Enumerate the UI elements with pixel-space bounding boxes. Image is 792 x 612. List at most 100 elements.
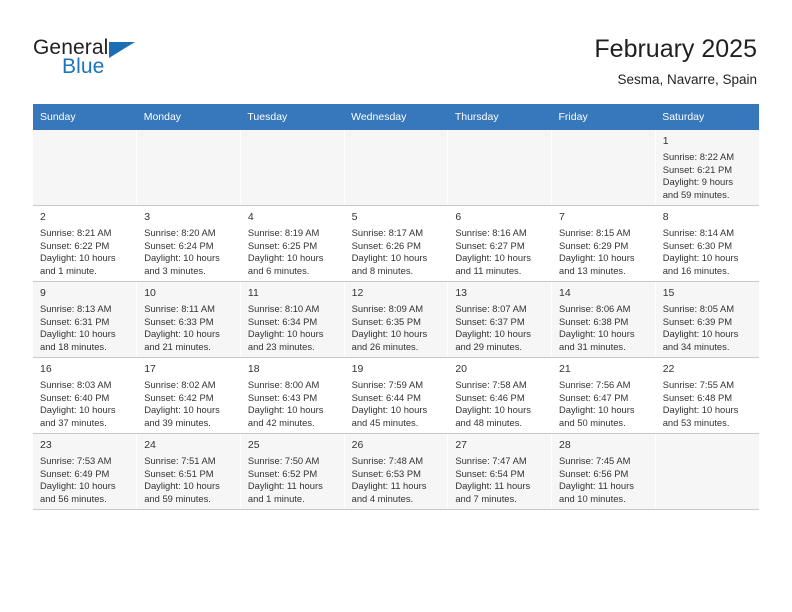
day-number [559, 135, 649, 148]
day-info-line: Daylight: 10 hours [455, 404, 531, 416]
day-cell-inner: 5 Sunrise: 8:17 AM Sunset: 6:26 PM Daylight… [345, 206, 448, 277]
day-cell-inner: 21 Sunrise: 7:56 AM Sunset: 6:47 PM Dayligh… [552, 358, 655, 429]
day-info-line: Sunrise: 8:00 AM [247, 379, 320, 390]
day-number: 1 [662, 135, 669, 147]
calendar-day-cell-empty [655, 433, 759, 510]
calendar-day-cell[interactable]: 5 Sunrise: 8:17 AM Sunset: 6:26 PM Daylight… [344, 205, 449, 282]
day-number [663, 439, 753, 452]
day-cell-inner [137, 130, 240, 205]
calendar-body: 1 Sunrise: 8:22 AM Sunset: 6:21 PM Daylight… [33, 130, 759, 510]
day-sun-info: Sunrise: 7:51 AM Sunset: 6:51 PM Daylight:… [144, 455, 234, 505]
day-info-line: Daylight: 10 hours [455, 252, 531, 264]
day-info-line: and 48 minutes. [455, 416, 523, 428]
day-info-line: and 4 minutes. [351, 492, 414, 504]
calendar-day-cell[interactable]: 10 Sunrise: 8:11 AM Sunset: 6:33 PM Dayligh… [136, 281, 241, 358]
day-info-line: and 23 minutes. [247, 340, 315, 352]
page-title: February 2025 [594, 35, 757, 63]
calendar-day-cell[interactable]: 28 Sunrise: 7:45 AM Sunset: 6:56 PM Dayligh… [551, 433, 656, 510]
day-info-line: Sunset: 6:52 PM [247, 467, 318, 479]
day-cell-inner: 11 Sunrise: 8:10 AM Sunset: 6:34 PM Dayligh… [241, 282, 344, 353]
calendar-day-cell[interactable]: 20 Sunrise: 7:58 AM Sunset: 6:46 PM Dayligh… [447, 357, 553, 434]
general-blue-logo[interactable]: General Blue [33, 36, 163, 84]
day-info-line: Sunrise: 8:19 AM [247, 227, 320, 238]
calendar-day-cell[interactable]: 3 Sunrise: 8:20 AM Sunset: 6:24 PM Daylight… [136, 205, 241, 282]
day-number: 19 [351, 363, 364, 375]
day-info-line: Sunrise: 8:02 AM [144, 379, 216, 390]
calendar-day-cell[interactable]: 2 Sunrise: 8:21 AM Sunset: 6:22 PM Daylight… [33, 205, 138, 282]
calendar-day-cell[interactable]: 24 Sunrise: 7:51 AM Sunset: 6:51 PM Dayligh… [136, 433, 241, 510]
day-number: 25 [247, 439, 260, 451]
day-sun-info: Sunrise: 8:21 AM Sunset: 6:22 PM Daylight:… [40, 227, 130, 277]
day-sun-info: Sunrise: 8:19 AM Sunset: 6:25 PM Daylight:… [248, 227, 338, 277]
calendar-day-cell[interactable]: 17 Sunrise: 8:02 AM Sunset: 6:42 PM Dayligh… [136, 357, 241, 434]
calendar-day-cell[interactable]: 8 Sunrise: 8:14 AM Sunset: 6:30 PM Daylight… [655, 205, 759, 282]
calendar-day-cell[interactable]: 7 Sunrise: 8:15 AM Sunset: 6:29 PM Daylight… [551, 205, 656, 282]
calendar-day-cell[interactable]: 27 Sunrise: 7:47 AM Sunset: 6:54 PM Dayligh… [447, 433, 553, 510]
calendar-day-cell[interactable]: 14 Sunrise: 8:06 AM Sunset: 6:38 PM Dayligh… [551, 281, 656, 358]
calendar-day-cell[interactable]: 13 Sunrise: 8:07 AM Sunset: 6:37 PM Dayligh… [447, 281, 553, 358]
calendar-day-cell[interactable]: 25 Sunrise: 7:50 AM Sunset: 6:52 PM Dayligh… [240, 433, 345, 510]
day-sun-info: Sunrise: 8:05 AM Sunset: 6:39 PM Daylight:… [663, 303, 753, 353]
calendar-day-cell[interactable]: 19 Sunrise: 7:59 AM Sunset: 6:44 PM Dayligh… [344, 357, 449, 434]
page-subtitle: Sesma, Navarre, Spain [617, 72, 757, 87]
day-cell-inner [33, 130, 136, 205]
day-info-line: and 59 minutes. [662, 188, 730, 200]
calendar-week-row: 16 Sunrise: 8:03 AM Sunset: 6:40 PM Dayligh… [33, 357, 759, 434]
day-info-line: and 39 minutes. [144, 416, 211, 428]
day-info-line: Sunrise: 8:09 AM [351, 303, 424, 314]
calendar-day-cell[interactable]: 6 Sunrise: 8:16 AM Sunset: 6:27 PM Daylight… [447, 205, 553, 282]
day-info-line: and 34 minutes. [662, 340, 730, 352]
day-info-line: Daylight: 10 hours [559, 404, 635, 416]
day-info-line: Sunset: 6:31 PM [40, 315, 110, 327]
day-info-line: Daylight: 10 hours [40, 404, 116, 416]
day-info-line: Sunset: 6:39 PM [662, 315, 733, 327]
logo-text-blue: Blue [62, 55, 105, 78]
day-cell-inner: 23 Sunrise: 7:53 AM Sunset: 6:49 PM Dayligh… [33, 434, 136, 505]
calendar-day-cell[interactable]: 26 Sunrise: 7:48 AM Sunset: 6:53 PM Dayligh… [344, 433, 449, 510]
day-info-line: Sunrise: 8:10 AM [247, 303, 320, 314]
day-cell-inner: 26 Sunrise: 7:48 AM Sunset: 6:53 PM Dayligh… [345, 434, 448, 505]
weekday-header-wednesday: Wednesday [344, 104, 448, 130]
day-cell-inner: 7 Sunrise: 8:15 AM Sunset: 6:29 PM Daylight… [552, 206, 655, 277]
calendar-day-cell[interactable]: 18 Sunrise: 8:00 AM Sunset: 6:43 PM Dayligh… [240, 357, 345, 434]
day-info-line: Sunrise: 7:59 AM [351, 379, 424, 390]
day-info-line: Daylight: 11 hours [351, 480, 427, 492]
day-info-line: Sunset: 6:48 PM [662, 391, 733, 403]
day-info-line: Sunset: 6:30 PM [662, 239, 733, 251]
day-number [40, 135, 130, 148]
calendar-day-cell[interactable]: 11 Sunrise: 8:10 AM Sunset: 6:34 PM Dayligh… [240, 281, 345, 358]
calendar-week-row: 9 Sunrise: 8:13 AM Sunset: 6:31 PM Daylight… [33, 281, 759, 358]
day-info-line: Sunrise: 8:15 AM [559, 227, 631, 238]
calendar-day-cell[interactable]: 12 Sunrise: 8:09 AM Sunset: 6:35 PM Dayligh… [344, 281, 449, 358]
day-sun-info: Sunrise: 7:48 AM Sunset: 6:53 PM Daylight:… [352, 455, 442, 505]
weekday-header-saturday: Saturday [655, 104, 759, 130]
day-sun-info: Sunrise: 8:03 AM Sunset: 6:40 PM Daylight:… [40, 379, 130, 429]
day-sun-info: Sunrise: 8:20 AM Sunset: 6:24 PM Daylight:… [144, 227, 234, 277]
calendar-day-cell[interactable]: 16 Sunrise: 8:03 AM Sunset: 6:40 PM Dayligh… [33, 357, 138, 434]
weekday-header-sunday: Sunday [33, 104, 137, 130]
calendar-head: Sunday Monday Tuesday Wednesday Thursday… [33, 104, 759, 130]
calendar-day-cell[interactable]: 4 Sunrise: 8:19 AM Sunset: 6:25 PM Daylight… [240, 205, 345, 282]
calendar-day-cell[interactable]: 9 Sunrise: 8:13 AM Sunset: 6:31 PM Daylight… [33, 281, 138, 358]
day-number: 18 [247, 363, 260, 375]
calendar-day-cell[interactable]: 1 Sunrise: 8:22 AM Sunset: 6:21 PM Daylight… [655, 130, 759, 206]
day-number: 5 [351, 211, 358, 223]
day-info-line: and 53 minutes. [662, 416, 730, 428]
calendar-day-cell-empty [240, 130, 345, 206]
day-info-line: Sunrise: 7:56 AM [559, 379, 631, 390]
day-sun-info: Sunrise: 8:06 AM Sunset: 6:38 PM Daylight:… [559, 303, 649, 353]
day-cell-inner: 6 Sunrise: 8:16 AM Sunset: 6:27 PM Daylight… [448, 206, 551, 277]
title-block: February 2025 Sesma, Navarre, Spain [594, 34, 757, 90]
calendar-day-cell[interactable]: 21 Sunrise: 7:56 AM Sunset: 6:47 PM Dayligh… [551, 357, 656, 434]
day-sun-info: Sunrise: 7:58 AM Sunset: 6:46 PM Daylight:… [455, 379, 545, 429]
calendar-day-cell[interactable]: 23 Sunrise: 7:53 AM Sunset: 6:49 PM Dayligh… [33, 433, 138, 510]
day-info-line: Daylight: 10 hours [247, 252, 324, 264]
day-number: 15 [662, 287, 675, 299]
calendar-day-cell[interactable]: 22 Sunrise: 7:55 AM Sunset: 6:48 PM Dayligh… [655, 357, 759, 434]
day-cell-inner: 27 Sunrise: 7:47 AM Sunset: 6:54 PM Dayligh… [448, 434, 551, 505]
calendar-day-cell[interactable]: 15 Sunrise: 8:05 AM Sunset: 6:39 PM Dayligh… [655, 281, 759, 358]
day-info-line: Sunset: 6:29 PM [559, 239, 629, 251]
day-cell-inner: 1 Sunrise: 8:22 AM Sunset: 6:21 PM Daylight… [656, 130, 759, 201]
day-info-line: Sunset: 6:44 PM [351, 391, 421, 403]
page-header: General Blue February 2025 Sesma, Navarr… [0, 0, 792, 104]
